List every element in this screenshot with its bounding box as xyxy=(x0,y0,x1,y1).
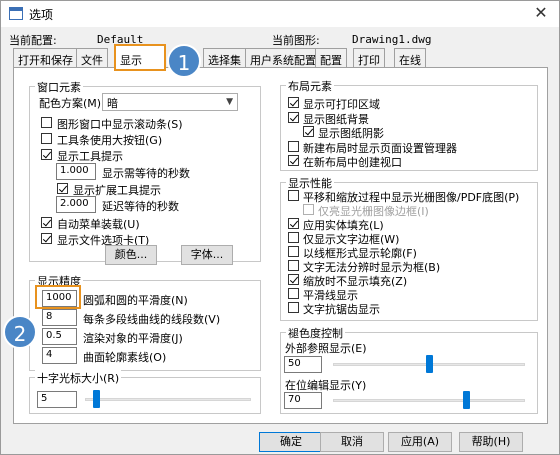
text-antialias-checkbox[interactable] xyxy=(288,302,299,313)
title-bar: 选项 ✕ xyxy=(1,1,559,27)
color-scheme-select[interactable]: 暗 ▼ xyxy=(102,93,238,111)
inplace-fade-input[interactable]: 70 xyxy=(284,392,322,409)
smooth-line-checkbox[interactable] xyxy=(288,288,299,299)
printable-area-label: 显示可打印区域 xyxy=(303,98,380,111)
colors-button[interactable]: 颜色... xyxy=(105,245,157,265)
tab-label: 在线 xyxy=(399,54,421,67)
step-marker-1: 1 xyxy=(167,44,201,78)
tooltips-checkbox[interactable] xyxy=(41,149,52,160)
fonts-button[interactable]: 字体... xyxy=(181,245,233,265)
page-setup-checkbox[interactable] xyxy=(288,141,299,152)
no-fill-zoom-checkbox[interactable] xyxy=(288,274,299,285)
inplace-fade-slider-track[interactable] xyxy=(333,399,525,402)
scrollbars-checkbox[interactable] xyxy=(41,117,52,128)
color-scheme-label: 配色方案(M) xyxy=(39,97,102,110)
chevron-down-icon: ▼ xyxy=(226,97,233,107)
tooltips-label: 显示工具提示 xyxy=(57,150,123,163)
app-window-icon xyxy=(9,7,23,20)
render-smoothness-input[interactable]: 0.5 xyxy=(42,328,77,345)
text-frame-checkbox[interactable] xyxy=(288,232,299,243)
xref-fade-slider-thumb[interactable] xyxy=(425,355,433,373)
tab-online[interactable]: 在线 xyxy=(394,48,426,68)
tab-display[interactable]: 显示 xyxy=(114,44,166,71)
polyline-segments-input[interactable]: 8 xyxy=(42,309,77,326)
current-drawing-value: Drawing1.dwg xyxy=(352,33,432,46)
ext-delay-input[interactable]: 2.000 xyxy=(56,196,96,213)
precision-highlight-box xyxy=(35,285,81,309)
close-icon[interactable]: ✕ xyxy=(529,3,553,23)
crosshair-slider-thumb[interactable] xyxy=(92,390,100,408)
color-scheme-value: 暗 xyxy=(107,97,118,110)
apply-button[interactable]: 应用(A) xyxy=(388,432,452,452)
contour-lines-input[interactable]: 4 xyxy=(42,347,77,364)
large-buttons-label: 工具条使用大按钮(G) xyxy=(57,134,163,147)
auto-menu-checkbox[interactable] xyxy=(41,217,52,228)
tab-label: 打开和保存 xyxy=(18,54,73,67)
window-elements-title: 窗口元素 xyxy=(35,79,83,95)
tab-open-save[interactable]: 打开和保存 xyxy=(13,48,78,68)
inplace-fade-slider-thumb[interactable] xyxy=(462,391,470,409)
wireframe-checkbox[interactable] xyxy=(288,246,299,257)
file-tabs-checkbox[interactable] xyxy=(41,233,52,244)
pan-zoom-raster-checkbox[interactable] xyxy=(288,190,299,201)
contour-lines-label: 曲面轮廓素线(O) xyxy=(83,351,167,364)
tab-label: 打印 xyxy=(358,54,380,67)
window-title: 选项 xyxy=(29,8,54,22)
ext-tooltips-checkbox[interactable] xyxy=(57,183,68,194)
tooltip-delay-label: 显示需等待的秒数 xyxy=(102,167,190,180)
inplace-fade-label: 在位编辑显示(Y) xyxy=(285,379,367,392)
fade-control-title: 褪色度控制 xyxy=(286,325,345,341)
large-buttons-checkbox[interactable] xyxy=(41,133,52,144)
tab-label: 文件 xyxy=(81,54,103,67)
crosshair-size-input[interactable]: 5 xyxy=(37,391,77,408)
xref-fade-label: 外部参照显示(E) xyxy=(285,342,367,355)
tab-label: 选择集 xyxy=(208,54,241,67)
tab-plot[interactable]: 打印 xyxy=(353,48,385,68)
text-unreadable-checkbox[interactable] xyxy=(288,260,299,271)
tab-label: 配置 xyxy=(320,54,342,67)
ok-button[interactable]: 确定 xyxy=(259,432,323,452)
step-marker-2: 2 xyxy=(3,315,37,349)
raster-frame-checkbox[interactable] xyxy=(303,204,314,215)
tab-user-preferences[interactable]: 用户系统配置 xyxy=(245,48,321,68)
paper-bg-checkbox[interactable] xyxy=(288,112,299,123)
text-antialias-label: 文字抗锯齿显示 xyxy=(303,303,380,316)
create-viewport-label: 在新布局中创建视口 xyxy=(303,156,402,169)
paper-shadow-label: 显示图纸阴影 xyxy=(318,127,384,140)
help-button[interactable]: 帮助(H) xyxy=(459,432,523,452)
polyline-segments-label: 每条多段线曲线的线段数(V) xyxy=(83,313,221,326)
tab-files[interactable]: 文件 xyxy=(76,48,108,68)
layout-elements-title: 布局元素 xyxy=(286,78,334,94)
tab-selection[interactable]: 选择集 xyxy=(203,48,246,68)
crosshair-size-title: 十字光标大小(R) xyxy=(35,370,122,386)
tab-profiles[interactable]: 配置 xyxy=(315,48,347,68)
current-drawing-label: 当前图形: xyxy=(272,34,320,47)
create-viewport-checkbox[interactable] xyxy=(288,155,299,166)
printable-area-checkbox[interactable] xyxy=(288,97,299,108)
cancel-button[interactable]: 取消 xyxy=(320,432,384,452)
scrollbars-label: 图形窗口中显示滚动条(S) xyxy=(57,118,183,131)
render-smoothness-label: 渲染对象的平滑度(J) xyxy=(83,332,183,345)
current-profile-label: 当前配置: xyxy=(9,34,57,47)
solid-fill-checkbox[interactable] xyxy=(288,218,299,229)
crosshair-slider-track[interactable] xyxy=(85,398,251,401)
tab-label: 用户系统配置 xyxy=(250,54,316,67)
arc-smoothness-label: 圆弧和圆的平滑度(N) xyxy=(83,294,188,307)
paper-shadow-checkbox[interactable] xyxy=(303,126,314,137)
options-dialog: 选项 ✕ 当前配置: Default 当前图形: Drawing1.dwg 打开… xyxy=(0,0,560,455)
xref-fade-input[interactable]: 50 xyxy=(284,356,322,373)
auto-menu-label: 自动菜单装载(U) xyxy=(57,218,140,231)
tooltip-delay-input[interactable]: 1.000 xyxy=(56,163,96,180)
tab-label: 显示 xyxy=(120,54,142,67)
ext-delay-label: 延迟等待的秒数 xyxy=(102,200,179,213)
